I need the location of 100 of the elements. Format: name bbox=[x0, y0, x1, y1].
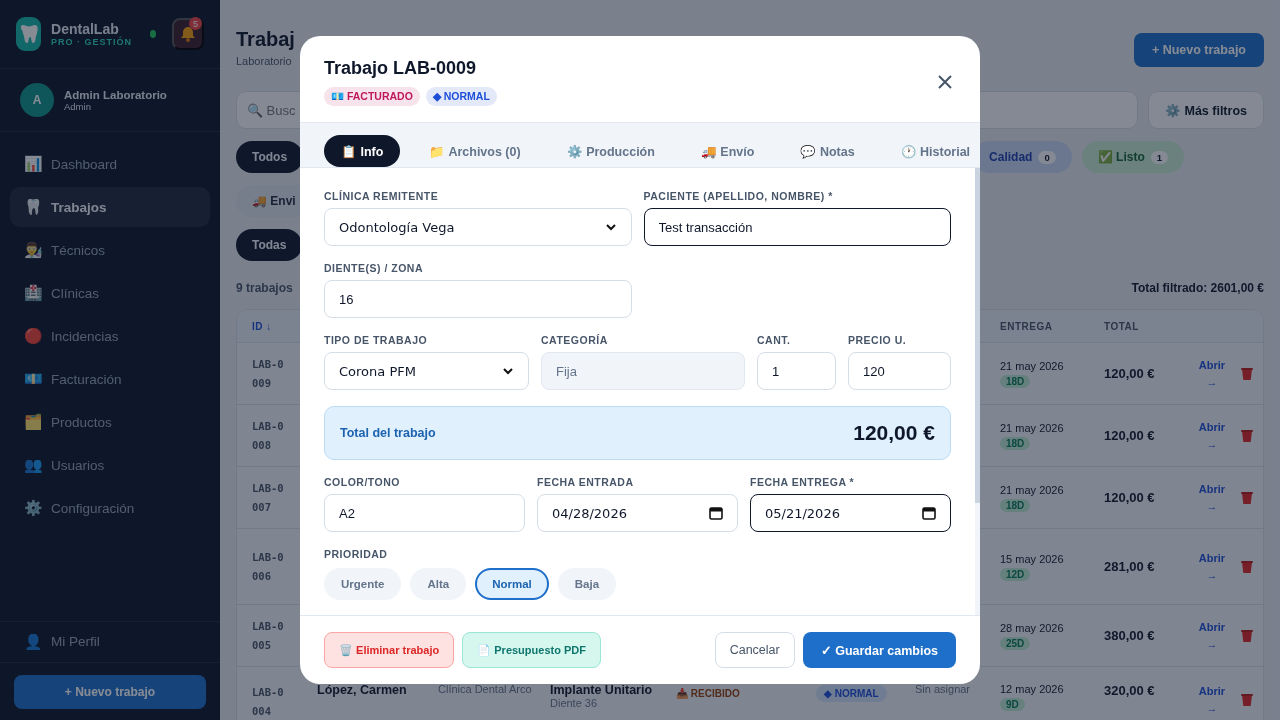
job-id: LAB-0005 bbox=[251, 618, 284, 653]
trash-icon[interactable] bbox=[1241, 428, 1253, 443]
nav-item[interactable]: 🔴 Incidencias bbox=[10, 316, 210, 356]
user-name: Admin Laboratorio bbox=[64, 88, 167, 101]
chip-count: 0 bbox=[1038, 150, 1056, 164]
job-id: LAB-0007 bbox=[251, 480, 284, 515]
field-label: FECHA ENTREGA * bbox=[750, 476, 856, 488]
job-total: 120,00 € bbox=[1104, 366, 1156, 381]
nav-item[interactable]: ⚙ Configuración bbox=[10, 488, 210, 528]
status-label: 📥 RECIBIDO bbox=[676, 688, 740, 699]
more-filters-button[interactable]: ⚙ Más filtros bbox=[1148, 91, 1264, 129]
dialog-tab[interactable]: ⚙ Producción bbox=[549, 135, 672, 167]
folder-icon: 🗂 bbox=[24, 413, 41, 431]
chart-icon: 📊 bbox=[24, 155, 41, 173]
text-field[interactable]: 1 bbox=[757, 352, 836, 390]
nav-item[interactable]: 🗂 Productos bbox=[10, 402, 210, 442]
trash-icon[interactable] bbox=[1241, 490, 1253, 505]
open-link[interactable]: Abrir → bbox=[1195, 481, 1229, 514]
bell-icon bbox=[180, 26, 196, 42]
dialog-title: Trabajo LAB-0009 bbox=[324, 58, 478, 79]
technician-icon: 👨‍🔬 bbox=[24, 241, 41, 259]
person-icon: 👤 bbox=[24, 632, 41, 651]
filtered-total: Total filtrado: 2601,00 € bbox=[1131, 281, 1264, 295]
open-link[interactable]: Abrir → bbox=[1195, 550, 1229, 583]
clinic-name: Clínica Dental Arco bbox=[438, 683, 533, 695]
job-total: 120,00 € bbox=[1104, 490, 1156, 505]
pdf-button[interactable]: 📄 Presupuesto PDF bbox=[462, 632, 601, 668]
nav-label: Incidencias bbox=[51, 328, 119, 344]
text-field[interactable]: Test transacción bbox=[643, 208, 951, 246]
field-label: COLOR/TONO bbox=[324, 476, 401, 488]
brand-tagline: PRO · GESTIÓN bbox=[51, 37, 133, 47]
banknote-icon: 💶 bbox=[24, 370, 41, 388]
save-button[interactable]: ✓ Guardar cambios bbox=[802, 632, 956, 668]
nav-item[interactable]: 👥 Usuarios bbox=[10, 445, 210, 485]
scrollbar-thumb[interactable] bbox=[975, 168, 980, 503]
dot-icon: 🔴 bbox=[24, 327, 41, 345]
nav-item[interactable]: 👨‍🔬 Técnicos bbox=[10, 230, 210, 270]
text-field[interactable]: 120 bbox=[848, 352, 951, 390]
nav-label: Configuración bbox=[51, 500, 135, 516]
days-badge: 18D bbox=[1000, 436, 1031, 450]
job-id: LAB-0006 bbox=[251, 549, 284, 584]
select-field[interactable]: Odontología Vega bbox=[324, 208, 632, 246]
trash-icon[interactable] bbox=[1241, 692, 1253, 707]
filter-chip[interactable]: ✅ Listo 1 bbox=[1081, 141, 1185, 173]
open-link[interactable]: Abrir → bbox=[1195, 357, 1229, 390]
new-job-button[interactable]: + Nuevo trabajo bbox=[1133, 33, 1264, 67]
nav-item[interactable]: 👤 Mi Perfil bbox=[10, 621, 210, 662]
cancel-button[interactable]: Cancelar bbox=[714, 632, 795, 668]
priority-option[interactable]: Baja bbox=[557, 568, 617, 600]
job-id: LAB-0004 bbox=[251, 685, 284, 719]
people-icon: 👥 bbox=[24, 456, 41, 474]
field-label: PRIORIDAD bbox=[324, 548, 389, 560]
job-id: LAB-0009 bbox=[251, 356, 284, 391]
field-label: CANT. bbox=[757, 334, 792, 346]
nav-item[interactable]: 📊 Dashboard bbox=[10, 144, 210, 184]
dialog-tab[interactable]: 💬 Notas bbox=[783, 135, 872, 167]
gear-icon: ⚙ bbox=[24, 499, 41, 517]
notifications-button[interactable]: 5 bbox=[172, 18, 204, 50]
days-badge: 25D bbox=[1000, 636, 1031, 650]
nav-label: Facturación bbox=[51, 371, 122, 387]
due-date: 21 may 2026 bbox=[1000, 483, 1064, 496]
filter-chip[interactable]: Todas bbox=[236, 229, 303, 261]
dialog-tab[interactable]: 🚚 Envío bbox=[683, 135, 772, 167]
dialog-tab[interactable]: 📋 Info bbox=[324, 135, 401, 167]
text-field[interactable]: 16 bbox=[324, 280, 632, 318]
text-field[interactable]: A2 bbox=[324, 494, 525, 532]
date-field[interactable]: 05/21/2026 bbox=[750, 494, 951, 532]
column-header: TOTAL bbox=[1104, 320, 1140, 332]
due-date: 15 may 2026 bbox=[1000, 552, 1064, 565]
priority-option[interactable]: Alta bbox=[410, 568, 467, 600]
patient-name: López, Carmen bbox=[317, 683, 408, 697]
job-total: 281,00 € bbox=[1104, 559, 1156, 574]
user-role: Admin bbox=[64, 100, 92, 112]
work-detail: Diente 36 bbox=[550, 697, 599, 709]
trash-icon[interactable] bbox=[1241, 559, 1253, 574]
nav-label: Mi Perfil bbox=[51, 634, 100, 650]
due-date: 28 may 2026 bbox=[1000, 621, 1064, 634]
select-field[interactable]: Corona PFM bbox=[324, 352, 529, 390]
open-link[interactable]: Abrir → bbox=[1195, 683, 1229, 716]
open-link[interactable]: Abrir → bbox=[1195, 419, 1229, 452]
column-header: ENTREGA bbox=[1000, 320, 1054, 332]
delete-button[interactable]: 🗑 Eliminar trabajo bbox=[324, 632, 455, 668]
job-total: 320,00 € bbox=[1104, 683, 1156, 698]
nav-item[interactable]: 🏥 Clínicas bbox=[10, 273, 210, 313]
nav-item[interactable]: 💶 Facturación bbox=[10, 359, 210, 399]
field-label: DIENTE(S) / ZONA bbox=[324, 262, 424, 274]
open-link[interactable]: Abrir → bbox=[1195, 619, 1229, 652]
priority-option[interactable]: Urgente bbox=[324, 568, 402, 600]
nav-item[interactable]: 🦷 Trabajos bbox=[10, 187, 210, 227]
dialog-tab[interactable]: 📁 Archivos (0) bbox=[412, 135, 538, 167]
trash-icon[interactable] bbox=[1241, 366, 1253, 381]
new-job-button[interactable]: + Nuevo trabajo bbox=[14, 674, 206, 709]
date-field[interactable]: 04/28/2026 bbox=[537, 494, 738, 532]
field-label: PACIENTE (APELLIDO, NOMBRE) * bbox=[643, 190, 834, 202]
trash-icon[interactable] bbox=[1241, 628, 1253, 643]
priority-option[interactable]: Normal bbox=[475, 568, 549, 600]
technician-name: Sin asignar bbox=[915, 683, 972, 695]
brand-name: DentalLab bbox=[51, 21, 119, 37]
user-avatar: A bbox=[20, 83, 54, 117]
priority-badge: ◆ NORMAL bbox=[816, 685, 887, 702]
